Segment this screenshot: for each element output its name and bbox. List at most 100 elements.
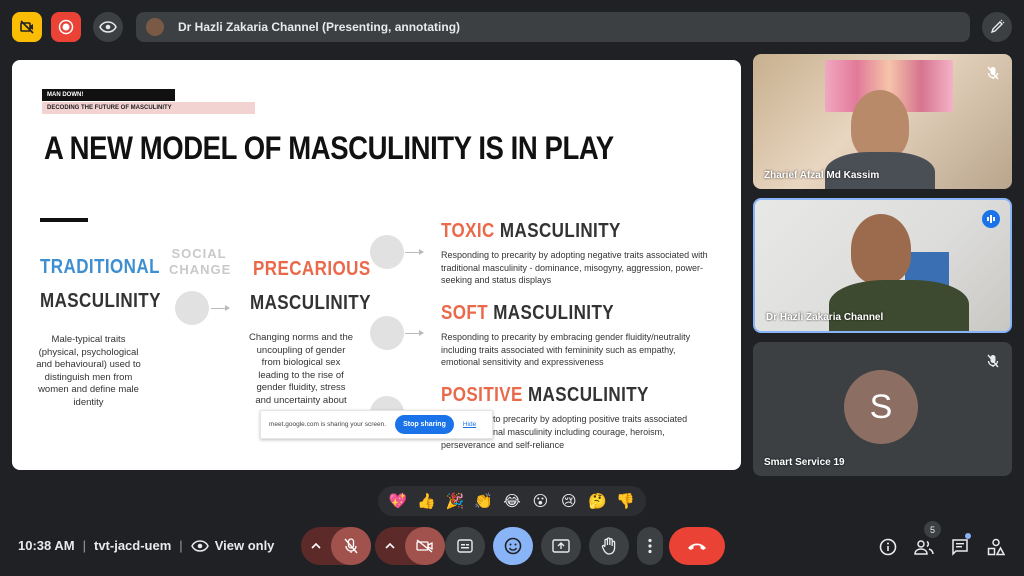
slide-title: A NEW MODEL OF MASCULINITY IS IN PLAY (44, 130, 614, 166)
muted-icon (984, 64, 1002, 82)
meeting-time: 10:38 AM (18, 538, 75, 553)
traditional-description: Male-typical traits (physical, psycholog… (36, 334, 141, 408)
video-options-button[interactable] (375, 527, 405, 565)
social-line: SOCIAL (171, 246, 227, 261)
chevron-up-icon (311, 543, 321, 549)
soft-word: SOFT (441, 302, 489, 324)
thumbs-up-reaction[interactable]: 👍 (416, 490, 438, 512)
traditional-heading: TRADITIONAL (40, 256, 160, 278)
flow-arrow (211, 305, 230, 311)
presenter-bar[interactable]: Dr Hazli Zakaria Channel (Presenting, an… (136, 12, 970, 42)
camera-toggle-button[interactable] (405, 527, 445, 565)
info-icon (879, 538, 897, 556)
microphone-control (301, 527, 371, 565)
record-icon (58, 19, 74, 35)
people-icon (914, 540, 934, 555)
camera-control (375, 527, 445, 565)
smiley-icon (504, 537, 522, 555)
positive-suffix: MASCULINITY (527, 384, 649, 406)
participant-tile[interactable]: Zharief Afzal Md Kassim (753, 54, 1012, 189)
present-screen-icon (552, 539, 570, 553)
end-call-icon (688, 543, 706, 550)
muted-icon (984, 352, 1002, 370)
party-popper-reaction[interactable]: 🎉 (444, 490, 466, 512)
separator: | (179, 538, 183, 553)
thinking-reaction[interactable]: 🤔 (586, 490, 608, 512)
soft-suffix: MASCULINITY (493, 302, 615, 324)
flow-circle (370, 316, 404, 350)
flow-circle (175, 291, 209, 325)
participant-name: Zharief Afzal Md Kassim (764, 170, 880, 181)
speaking-indicator-icon (982, 210, 1000, 228)
participant-face (851, 214, 911, 284)
social-change-label: SOCIAL CHANGE (169, 246, 232, 278)
chat-icon (952, 539, 968, 556)
crying-reaction[interactable]: 😢 (558, 490, 580, 512)
mic-off-icon (344, 538, 358, 554)
share-notice-text: meet.google.com is sharing your screen. (269, 421, 387, 428)
recording-button[interactable] (51, 12, 81, 42)
toxic-description: Responding to precarity by adopting nega… (441, 250, 708, 285)
hide-self-view-button[interactable] (12, 12, 42, 42)
positive-heading: POSITIVE MASCULINITY (441, 384, 649, 407)
surprised-reaction[interactable]: 😮 (529, 490, 551, 512)
reactions-bar: 💖 👍 🎉 👏 😂 😮 😢 🤔 👎 (378, 486, 646, 516)
view-mode-button[interactable] (93, 12, 123, 42)
view-only-label: View only (214, 538, 275, 553)
precarious-masculinity-heading: MASCULINITY (250, 292, 371, 314)
hand-icon (601, 537, 616, 555)
chat-button[interactable] (948, 535, 972, 559)
positive-word: POSITIVE (441, 384, 523, 406)
precarious-heading: PRECARIOUS (253, 258, 371, 280)
meeting-details-button[interactable] (876, 535, 900, 559)
eye-icon (190, 539, 209, 552)
soft-description: Responding to precarity by embracing gen… (441, 332, 691, 367)
flow-circle (370, 235, 404, 269)
more-options-button[interactable] (637, 527, 663, 565)
raise-hand-button[interactable] (589, 527, 629, 565)
meeting-info: 10:38 AM | tvt-jacd-uem | View only (18, 538, 274, 553)
toxic-word: TOXIC (441, 220, 495, 242)
audio-options-button[interactable] (301, 527, 331, 565)
participant-name: Dr Hazli Zakaria Channel (766, 312, 884, 323)
captions-button[interactable] (445, 527, 485, 565)
clapping-reaction[interactable]: 👏 (473, 490, 495, 512)
participant-avatar: S (844, 370, 918, 444)
camera-off-icon (20, 20, 34, 34)
slide-tag-man-down: MAN DOWN! (42, 89, 175, 101)
participant-face (851, 90, 909, 160)
toxic-suffix: MASCULINITY (499, 220, 621, 242)
activities-icon (987, 538, 1005, 556)
annotate-button[interactable] (982, 12, 1012, 42)
presenter-avatar (146, 18, 164, 36)
chevron-up-icon (385, 543, 395, 549)
stop-sharing-button[interactable]: Stop sharing (395, 415, 454, 434)
slide-tag-decoding: DECODING THE FUTURE OF MASCULINITY (42, 102, 255, 114)
change-line: CHANGE (169, 262, 232, 277)
people-button[interactable] (912, 535, 936, 559)
precarious-description: Changing norms and the uncoupling of gen… (248, 332, 354, 406)
reactions-button[interactable] (493, 527, 533, 565)
captions-icon (457, 539, 473, 553)
traditional-masculinity-heading: MASCULINITY (40, 290, 161, 312)
presentation-slide: MAN DOWN! DECODING THE FUTURE OF MASCULI… (12, 60, 741, 470)
leave-call-button[interactable] (669, 527, 725, 565)
screen-share-notice: meet.google.com is sharing your screen. … (260, 410, 493, 439)
participant-tile[interactable]: S Smart Service 19 (753, 342, 1012, 476)
flow-arrow (405, 330, 424, 336)
thumbs-down-reaction[interactable]: 👎 (615, 490, 637, 512)
camera-off-icon (416, 539, 433, 553)
sparkling-heart-reaction[interactable]: 💖 (387, 490, 409, 512)
soft-heading: SOFT MASCULINITY (441, 302, 614, 325)
activities-button[interactable] (984, 535, 1008, 559)
present-button[interactable] (541, 527, 581, 565)
participant-tile-active[interactable]: Dr Hazli Zakaria Channel (753, 198, 1012, 333)
hide-notice-link[interactable]: Hide (463, 421, 476, 428)
laughing-reaction[interactable]: 😂 (501, 490, 523, 512)
microphone-toggle-button[interactable] (331, 527, 371, 565)
slide-rule (40, 218, 88, 222)
pen-icon (990, 19, 1005, 34)
meeting-code: tvt-jacd-uem (94, 538, 172, 553)
separator: | (82, 538, 86, 553)
presenter-label: Dr Hazli Zakaria Channel (Presenting, an… (178, 20, 461, 34)
